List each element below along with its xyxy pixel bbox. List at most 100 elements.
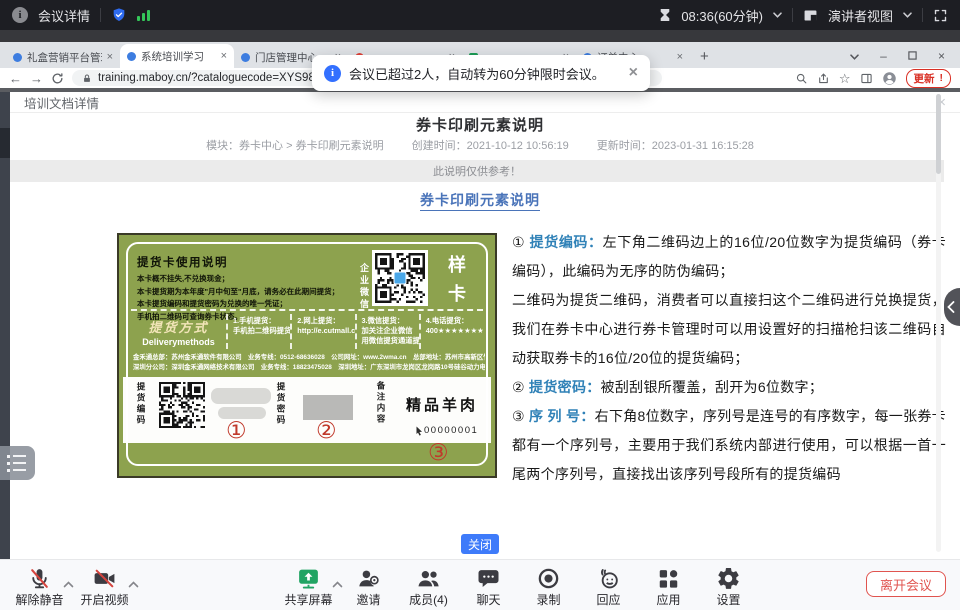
remark-label: 备注内容	[375, 381, 387, 425]
fullscreen-icon[interactable]	[933, 8, 948, 23]
tab-label: 系统培训学习	[141, 49, 216, 64]
toolbar-record-button[interactable]: 录制	[521, 565, 576, 608]
browser-update-button[interactable]: 更新 !	[906, 69, 952, 88]
delivery-method: 4.电话提货：400★★★★★★★	[419, 314, 483, 349]
created-time: 创建时间：2021-10-12 10:56:19	[412, 137, 569, 153]
product-name: 精品羊肉	[406, 394, 478, 415]
chevron-up-icon[interactable]	[63, 575, 74, 593]
page-scrollbar[interactable]	[936, 94, 941, 552]
chevron-left-icon	[947, 301, 955, 313]
delivery-method: 3.微信提货：加关注企业微信用微信提货通道提货	[355, 314, 419, 349]
toolbar-react-label: 回应	[596, 591, 620, 608]
chevron-up-icon[interactable]	[128, 575, 139, 593]
browser-tab[interactable]: 系统培训学习 ×	[120, 44, 234, 68]
divider	[100, 8, 101, 22]
share-page-icon[interactable]	[817, 72, 830, 85]
chat-icon	[476, 565, 501, 591]
maximize-button[interactable]	[898, 48, 927, 64]
description-paragraph: 二维码为提货二维码，消费者可以直接扫这个二维码进行兑换提货，我们在券卡中心进行券…	[512, 286, 946, 373]
section-heading-text: 券卡印刷元素说明	[420, 192, 540, 211]
card-dashed-divider	[131, 309, 483, 311]
security-shield-icon[interactable]	[111, 7, 127, 23]
description-paragraph: ③ 序 列 号：右下角8位数字，序列号是连号的有序数字，每一张券卡都有一个序列号…	[512, 402, 946, 489]
urlbar-actions: ☆ 更新 !	[795, 69, 951, 88]
breadcrumb: 模块：券卡中心 > 券卡印刷元素说明	[206, 137, 384, 153]
tab-label: 礼盒营销平台管理中心	[27, 50, 102, 65]
banner-close-icon[interactable]: ×	[629, 64, 638, 82]
serial-number: 00000001	[416, 425, 478, 436]
toolbar-record-label: 录制	[536, 591, 560, 608]
collapse-panel-handle[interactable]	[944, 288, 960, 326]
timer-chevron-down-icon[interactable]	[773, 12, 782, 18]
invite-icon	[356, 565, 381, 591]
tab-close-icon[interactable]: ×	[221, 50, 227, 62]
tab-search-chevron-icon[interactable]	[840, 48, 869, 64]
info-icon: i	[324, 65, 341, 82]
toolbar-settings-button[interactable]: 设置	[701, 565, 756, 608]
toolbar-video-label: 开启视频	[80, 591, 128, 608]
leave-meeting-button[interactable]: 离开会议	[866, 571, 946, 597]
browser-tab[interactable]: 礼盒营销平台管理中心 ×	[6, 46, 120, 68]
tab-close-icon[interactable]: ×	[677, 51, 683, 63]
bookmark-star-icon[interactable]: ☆	[839, 72, 851, 85]
toolbar-share-button[interactable]: 共享屏幕	[281, 565, 336, 608]
meeting-details-label[interactable]: 会议详情	[38, 6, 90, 25]
delivery-title-en: Deliverymethods	[142, 337, 215, 347]
back-icon[interactable]: ←	[9, 72, 22, 85]
gift-card-image: 提货卡使用说明 本卡概不挂失,不兑换现金；本卡提货期为本年度"月中旬至"月底，请…	[117, 233, 497, 478]
record-icon	[536, 565, 561, 591]
minimize-button[interactable]: –	[869, 48, 898, 64]
new-tab-button[interactable]: +	[700, 49, 709, 64]
page-sidebar-rail	[0, 92, 10, 560]
catalog-list-button[interactable]	[0, 446, 35, 480]
company-info: 金禾通总部：苏州金禾通软件有限公司 业务专线：0512-68636028 公司网…	[133, 353, 485, 373]
tab-close-icon[interactable]: ×	[107, 51, 113, 63]
divider	[792, 8, 793, 22]
blurred-code	[211, 388, 271, 404]
view-chevron-down-icon[interactable]	[903, 12, 912, 18]
card-usage-title: 提货卡使用说明	[137, 254, 365, 270]
meeting-topbar: i 会议详情 08:36(60分钟) 演讲者视图	[0, 0, 960, 30]
document-title: 券卡印刷元素说明	[0, 114, 960, 135]
delivery-title: 提货方式 Deliverymethods	[131, 314, 226, 349]
description-paragraph: ② 提货密码：被刮刮银所覆盖，刮开为6位数字；	[512, 373, 946, 402]
toolbar-apps-button[interactable]: 应用	[641, 565, 696, 608]
update-label: 更新	[914, 71, 935, 86]
toolbar-left-group: 解除静音 开启视频	[12, 565, 132, 608]
toolbar-unmute-label: 解除静音	[15, 591, 63, 608]
tab-favicon-icon	[13, 53, 22, 62]
card-usage-block: 提货卡使用说明 本卡概不挂失,不兑换现金；本卡提货期为本年度"月中旬至"月底，请…	[137, 254, 365, 323]
reload-icon[interactable]	[51, 72, 64, 85]
serial-digits: 00000001	[424, 425, 478, 436]
toolbar-share-label: 共享屏幕	[284, 591, 332, 608]
toolbar-video-button[interactable]: 开启视频	[77, 565, 132, 608]
tab-favicon-icon	[127, 52, 136, 61]
network-signal-icon[interactable]	[137, 9, 150, 21]
view-mode-label[interactable]: 演讲者视图	[828, 6, 893, 25]
toolbar-react-button[interactable]: 回应	[581, 565, 636, 608]
meeting-window: i 会议详情 08:36(60分钟) 演讲者视图	[0, 0, 960, 610]
toolbar-members-button[interactable]: 成员(4)	[401, 565, 456, 608]
members-icon	[416, 565, 441, 591]
profile-avatar-icon[interactable]	[882, 71, 897, 86]
description-text: ① 提货编码：左下角二维码边上的16位/20位数字为提货编码（券卡编码），此编码…	[512, 228, 946, 489]
topbar-left: i 会议详情	[12, 6, 150, 25]
layout-view-icon[interactable]	[803, 8, 818, 23]
scrollbar-thumb[interactable]	[936, 94, 941, 174]
side-panel-icon[interactable]	[860, 72, 873, 85]
forward-icon[interactable]: →	[30, 72, 43, 85]
toolbar-chat-label: 聊天	[476, 591, 500, 608]
close-window-button[interactable]: ×	[927, 48, 956, 64]
meeting-timer: 08:36(60分钟)	[681, 6, 763, 25]
divider	[922, 8, 923, 22]
toolbar-invite-button[interactable]: 邀请	[341, 565, 396, 608]
tab-favicon-icon	[241, 53, 250, 62]
close-document-button[interactable]: 关闭	[461, 534, 499, 554]
toolbar-unmute-button[interactable]: 解除静音	[12, 565, 67, 608]
zoom-icon[interactable]	[795, 72, 808, 85]
cursor-icon	[416, 426, 423, 436]
list-icon	[7, 455, 35, 458]
react-icon	[596, 565, 621, 591]
meeting-info-icon[interactable]: i	[12, 7, 28, 23]
toolbar-chat-button[interactable]: 聊天	[461, 565, 516, 608]
